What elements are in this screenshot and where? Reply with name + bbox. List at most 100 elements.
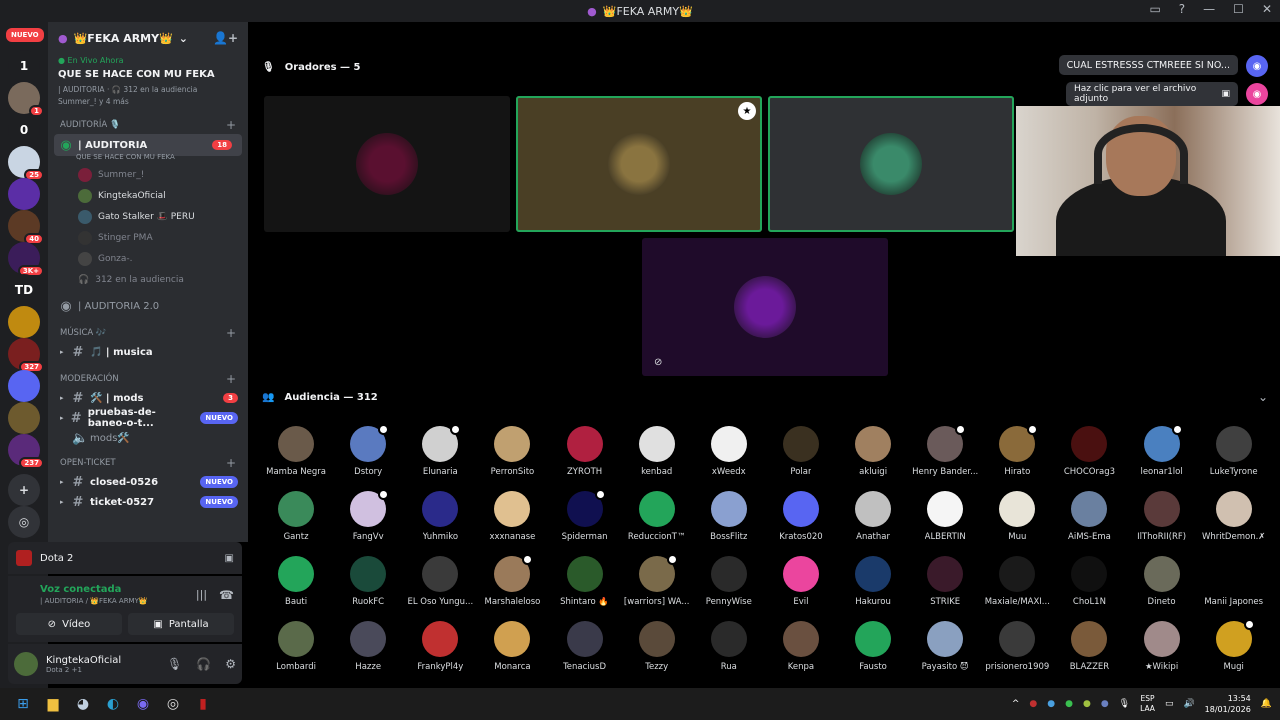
plus-icon[interactable]: + [226,118,236,132]
audience-member[interactable]: Spiderman [549,489,621,556]
dota-app-icon[interactable]: ▮ [191,692,215,716]
file-explorer-icon[interactable]: ▆ [41,692,65,716]
server-icon[interactable]: 3K+ [8,242,44,277]
server-icon[interactable]: 1 [8,50,40,82]
audience-member[interactable]: Yuhmiko [404,491,476,556]
audience-member[interactable]: EL Oso Yungu... [404,556,476,621]
tray-icon[interactable]: ● [1065,699,1073,709]
audience-member[interactable]: Hazze [332,621,404,686]
audience-member[interactable]: kenbad [621,426,693,491]
category-auditoria[interactable]: AUDITORÍA 🎙️ + [48,116,248,134]
audience-member[interactable]: leonar1lol [1126,424,1198,491]
speaker-tile[interactable] [768,96,1014,232]
screen-share-icon[interactable]: ▣ [225,553,234,564]
speaker-tile[interactable]: ★ [516,96,762,232]
inbox-icon[interactable]: ▭ [1149,2,1160,16]
audience-member[interactable]: AiMS-Ema [1053,491,1125,556]
plus-icon[interactable]: + [8,474,40,506]
voice-user[interactable]: Stinger PMA [48,227,248,248]
activity-bar[interactable]: Dota 2 ▣ [8,542,242,574]
audience-member[interactable]: Dstory [332,424,404,491]
channel-mods-voice[interactable]: 🔈 mods🛠️ [48,428,248,448]
tray-icon[interactable]: ● [1029,699,1037,709]
language-indicator[interactable]: ESP LAA [1140,694,1155,714]
discord-icon[interactable]: ◉ [1246,83,1268,105]
server-icon[interactable]: 25 [8,146,44,181]
tray-icon[interactable]: ● [1083,699,1091,709]
close-button[interactable]: ✕ [1262,2,1272,16]
audience-member[interactable]: Polar [765,426,837,491]
server-icon[interactable]: 237 [8,434,44,469]
voice-user[interactable]: KingtekaOficial [48,185,248,206]
audience-member[interactable]: Anathar [837,491,909,556]
audience-member[interactable]: ReduccionT™ [621,491,693,556]
plus-icon[interactable]: + [226,372,236,386]
chevron-up-icon[interactable]: ^ [1012,699,1020,709]
audience-member[interactable]: Mamba Negra [260,426,332,491]
audience-member[interactable]: Marshaleloso [476,554,548,621]
channel-pruebas[interactable]: ▸ # pruebas-de-baneo-o-t... NUEVO [48,407,248,429]
help-icon[interactable]: ? [1179,2,1185,16]
avatar[interactable] [14,652,38,676]
maximize-button[interactable]: ☐ [1233,2,1244,16]
audience-member[interactable]: Bauti [260,556,332,621]
server-icon[interactable] [8,402,40,434]
discord-app-icon[interactable]: ◉ [131,692,155,716]
audience-member[interactable]: Rua [693,621,765,686]
audience-member[interactable]: [warriors] WA... [621,554,693,621]
server-icon[interactable]: 0 [8,114,40,146]
audience-member[interactable]: xxxnanase [476,491,548,556]
minimize-button[interactable]: — [1203,2,1215,16]
tray-icon[interactable]: ● [1101,699,1109,709]
audience-member[interactable]: LukeTyrone [1198,426,1270,491]
channel-closed[interactable]: ▸ # closed-0526 NUEVO [48,472,248,492]
audience-member[interactable]: Muu [981,491,1053,556]
speaker-tile[interactable] [264,96,510,232]
plus-icon[interactable]: + [226,326,236,340]
channel-mods[interactable]: ▸ # 🛠️ | mods 3 [48,388,248,408]
voice-user[interactable]: Gonza-. [48,248,248,269]
audience-member[interactable]: Kratos020 [765,491,837,556]
audience-member[interactable]: Mugi [1198,619,1270,686]
audience-member[interactable]: Maxiale/MAXI... [981,556,1053,621]
video-button[interactable]: ⊘ Vídeo [16,613,122,635]
server-icon[interactable]: 1 [8,82,44,117]
audience-member[interactable]: xWeedx [693,426,765,491]
audience-member[interactable]: Kenpa [765,621,837,686]
noise-icon[interactable]: ||| [196,588,207,601]
audience-member[interactable]: BLAZZER [1053,621,1125,686]
audience-member[interactable]: akluigi [837,426,909,491]
audience-member[interactable]: FangVv [332,489,404,556]
chrome-icon[interactable]: ◎ [161,692,185,716]
guild-header[interactable]: ● 👑FEKA ARMY👑 ⌄ 👤+ [48,22,248,54]
notification-attachment[interactable]: Haz clic para ver el archivo adjunto ▣ [1066,82,1238,106]
audience-member[interactable]: Evil [765,556,837,621]
tray-icon[interactable]: ● [1047,699,1055,709]
webcam-feed[interactable] [1016,106,1280,256]
audience-member[interactable]: Tezzy [621,621,693,686]
add-member-icon[interactable]: 👤+ [213,31,238,45]
audience-member[interactable]: ZYROTH [549,426,621,491]
steam-icon[interactable]: ◕ [71,692,95,716]
gear-icon[interactable]: ⚙ [225,657,236,671]
audience-member[interactable]: STRIKE [909,556,981,621]
server-icon[interactable] [8,306,40,338]
microphone-icon[interactable]: 🎙 [1119,699,1130,709]
microphone-icon[interactable]: 🎙 [167,657,182,671]
channel-ticket[interactable]: ▸ # ticket-0527 NUEVO [48,492,248,512]
audience-member[interactable]: Elunaria [404,424,476,491]
disconnect-icon[interactable]: ☎ [219,588,234,602]
audience-member[interactable]: PerronSito [476,426,548,491]
audience-member[interactable]: Monarca [476,621,548,686]
channel-auditoria-2[interactable]: ◉ | AUDITORIA 2.0 [48,296,248,316]
server-icon[interactable]: 40 [8,210,44,245]
audience-member[interactable]: WhritDemon.✗ [1198,491,1270,556]
notification-icon[interactable]: 🔔 [1261,699,1272,709]
audience-member[interactable]: TenaciusD [549,621,621,686]
voice-user[interactable]: Summer_! [48,164,248,185]
audience-member[interactable]: RuokFC [332,556,404,621]
audience-member[interactable]: ChoL1N [1053,556,1125,621]
audience-member[interactable]: ★Wikipi [1126,621,1198,686]
server-icon[interactable]: 327 [8,338,44,373]
category-moderacion[interactable]: MODERACIÓN + [48,370,248,388]
